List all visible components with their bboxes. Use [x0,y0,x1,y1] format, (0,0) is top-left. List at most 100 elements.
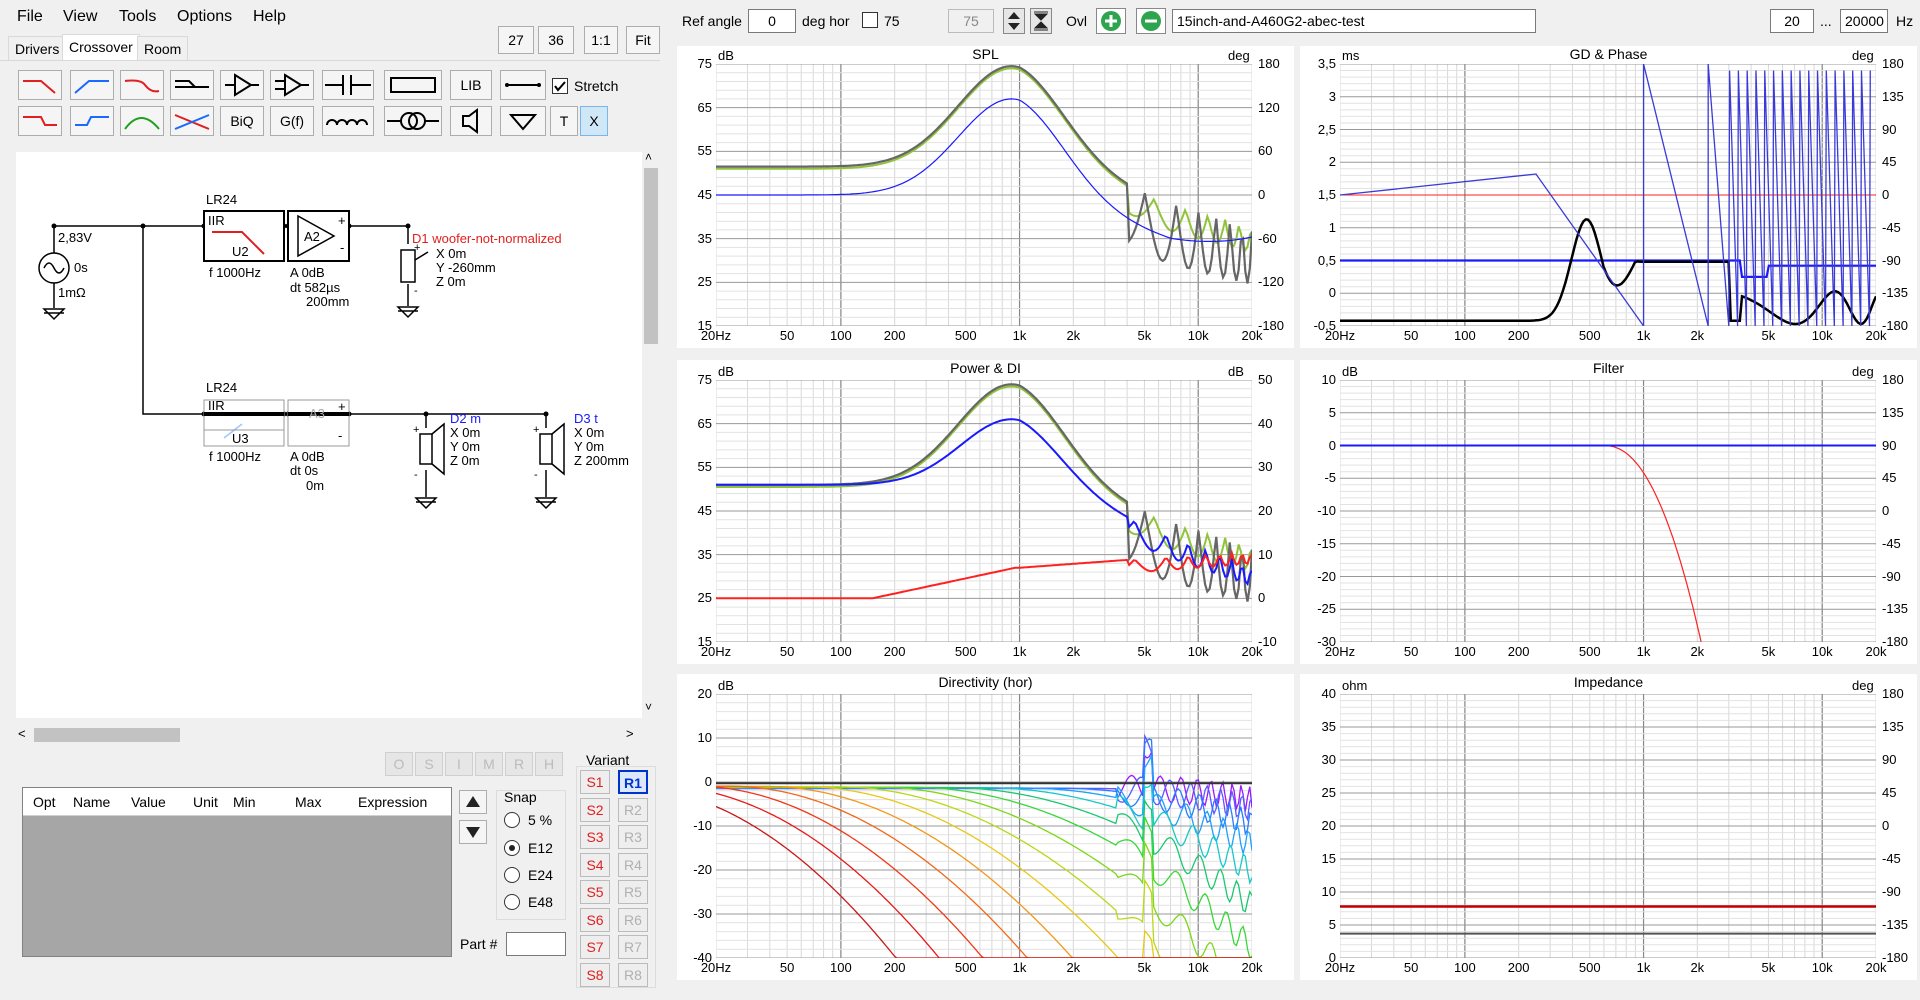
variant-r4-button[interactable]: R4 [618,852,648,877]
driver-d1-symbol[interactable] [400,249,416,283]
lowpass-icon [23,80,56,94]
biquad-button[interactable]: BiQ [220,106,264,136]
horizontal-scrollbar[interactable]: < > [16,726,642,744]
filter-panel-xtick: 20Hz [1324,644,1356,659]
zoom-1to1-button[interactable]: 1:1 [584,26,618,54]
move-down-button[interactable] [459,820,487,844]
scroll-right-icon[interactable]: > [626,726,634,741]
u2-label: U2 [232,244,249,259]
move-up-button[interactable] [459,790,487,814]
schematic-canvas[interactable]: 2,83V 0s 1mΩ LR24 IIR U2 f 1000Hz A2 + -… [16,152,642,718]
variant-s3-button[interactable]: S3 [580,825,610,849]
wire-button[interactable] [500,70,546,100]
scroll-left-icon[interactable]: < [18,726,26,741]
tab-drivers[interactable]: Drivers [8,36,67,60]
tab-room[interactable]: Room [137,36,189,60]
menu-view[interactable]: View [63,8,97,26]
variant-r8-button[interactable]: R8 [618,962,648,987]
s-button[interactable]: S [415,752,443,776]
variant-r2-button[interactable]: R2 [618,797,648,822]
transformer-button[interactable] [384,106,442,136]
resistor-button[interactable] [384,70,442,100]
x-button[interactable]: X [580,106,608,136]
variant-s8-button[interactable]: S8 [580,962,610,987]
parameter-table[interactable]: Opt Name Value Unit Min Max Expression [22,787,452,957]
variant-s5-button[interactable]: S5 [580,880,610,904]
opamp-button[interactable] [270,70,314,100]
spl-stepper[interactable] [1003,8,1025,34]
gf-button[interactable]: G(f) [270,106,314,136]
r-button[interactable]: R [505,752,533,776]
i-button[interactable]: I [445,752,473,776]
highpass2-button[interactable] [70,106,114,136]
variant-r1-button[interactable]: R1 [618,770,648,794]
lib-button[interactable]: LIB [450,70,492,100]
zoom-fit-button[interactable]: Fit [626,26,660,54]
vertical-scroll-thumb[interactable] [644,168,658,344]
scroll-up-icon[interactable]: ˄ [645,150,652,164]
ref-angle-field[interactable]: 0 [748,9,796,33]
variant-s4-button[interactable]: S4 [580,852,610,877]
zoom-36-button[interactable]: 36 [538,26,574,54]
variant-r7-button[interactable]: R7 [618,935,648,959]
zoom-27-button[interactable]: 27 [498,26,534,54]
lowpass2-button[interactable] [18,106,62,136]
bandpass-button[interactable] [120,106,164,136]
horizontal-scroll-thumb[interactable] [34,728,180,742]
m-button[interactable]: M [475,752,503,776]
bandstop-button[interactable] [120,70,164,100]
filter-panel-ytick-right: 0 [1882,503,1890,518]
scroll-down-icon[interactable]: ˅ [645,700,652,714]
highpass-button[interactable] [70,70,114,100]
gd-phase-panel-ytick-right: 180 [1882,56,1904,71]
allpass-button[interactable] [170,106,214,136]
col-unit[interactable]: Unit [193,794,218,810]
amplifier-button[interactable] [220,70,264,100]
overlay-remove-button[interactable] [1136,8,1166,34]
menu-tools[interactable]: Tools [119,8,156,26]
col-min[interactable]: Min [233,794,256,810]
stretch-checkbox[interactable] [552,78,568,94]
col-value[interactable]: Value [131,794,166,810]
ground-button[interactable] [500,106,546,136]
col-max[interactable]: Max [295,794,321,810]
part-number-field[interactable] [506,932,566,956]
snap-e48-radio[interactable] [504,894,520,910]
spl-fit-button[interactable] [1030,8,1052,34]
variant-r5-button[interactable]: R5 [618,880,648,904]
spl-max-checkbox[interactable] [862,12,878,28]
capacitor-button[interactable] [322,70,374,100]
overlay-add-button[interactable] [1096,8,1126,34]
h-button[interactable]: H [535,752,563,776]
col-name[interactable]: Name [73,794,110,810]
variant-r6-button[interactable]: R6 [618,907,648,932]
o-button[interactable]: O [385,752,413,776]
snap-5pct-radio[interactable] [504,812,520,828]
freq-low-field[interactable]: 20 [1770,9,1814,33]
freq-high-field[interactable]: 20000 [1840,9,1888,33]
vertical-scrollbar[interactable]: ˄ ˅ [642,150,660,718]
menu-help[interactable]: Help [253,8,286,26]
variant-s2-button[interactable]: S2 [580,797,610,822]
speaker-button[interactable] [450,106,492,136]
spl-max-field[interactable]: 75 [948,9,994,33]
shelf-button[interactable] [170,70,214,100]
tab-crossover[interactable]: Crossover [62,34,140,60]
t-button[interactable]: T [550,106,578,136]
col-expression[interactable]: Expression [358,794,427,810]
variant-s1-button[interactable]: S1 [580,770,610,794]
menu-file[interactable]: File [17,8,43,26]
filter-panel-unit-left: dB [1342,364,1358,379]
project-name-field[interactable]: 15inch-and-A460G2-abec-test [1172,9,1536,33]
variant-s6-button[interactable]: S6 [580,907,610,932]
driver-d3-symbol[interactable]: +- [533,422,565,481]
lowpass-button[interactable] [18,70,62,100]
snap-e12-radio[interactable] [504,840,520,856]
variant-s7-button[interactable]: S7 [580,935,610,959]
variant-r3-button[interactable]: R3 [618,825,648,849]
snap-e24-radio[interactable] [504,867,520,883]
col-opt[interactable]: Opt [33,794,56,810]
inductor-button[interactable] [322,106,374,136]
menu-options[interactable]: Options [177,8,232,26]
driver-d2-symbol[interactable]: +- [413,422,445,481]
